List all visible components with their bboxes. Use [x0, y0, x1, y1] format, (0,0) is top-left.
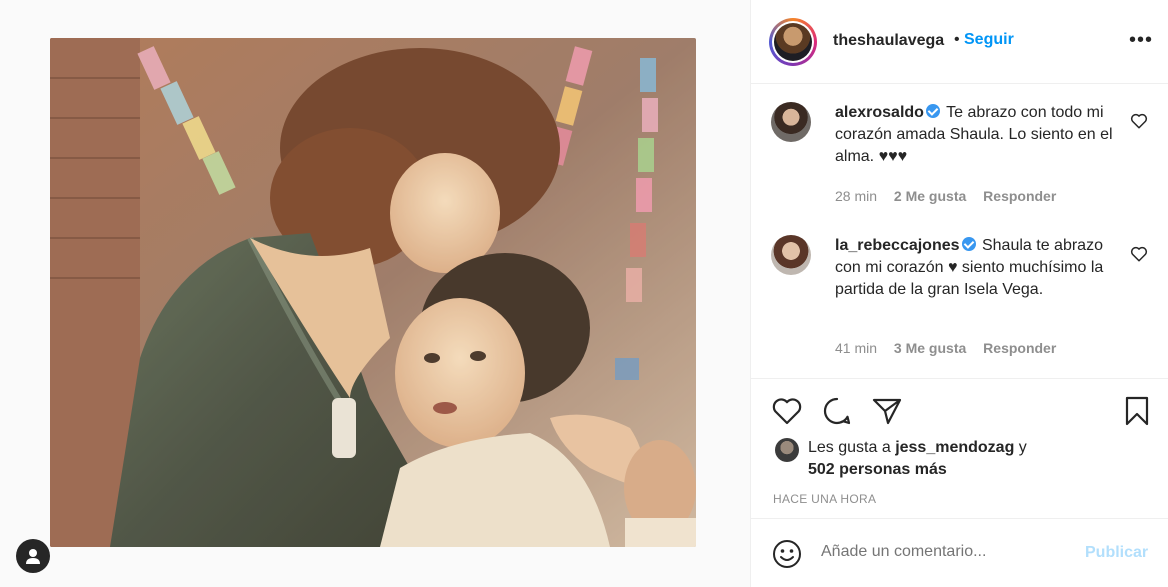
vintage-photo-illustration [50, 38, 696, 547]
publish-button[interactable]: Publicar [1085, 544, 1148, 562]
likes-prefix: Les gusta a [808, 439, 891, 456]
likes-others-link[interactable]: 502 personas más [808, 459, 947, 481]
liker-username[interactable]: jess_mendozag [895, 439, 1014, 456]
reply-button[interactable]: Responder [983, 188, 1056, 204]
author-username[interactable]: theshaulavega [833, 32, 944, 50]
user-profile-button[interactable] [16, 539, 50, 573]
like-heart-icon[interactable] [771, 395, 803, 427]
media-pane [0, 0, 750, 587]
likes-line: Les gusta a jess_mendozag y [808, 437, 1027, 459]
comment-time[interactable]: 41 min [835, 340, 877, 356]
follow-button[interactable]: Seguir [964, 31, 1014, 49]
verified-badge-icon [925, 104, 940, 118]
comment-meta: 28 min 2 Me gusta Responder [835, 188, 1069, 204]
comment-bubble-icon[interactable] [821, 395, 853, 427]
reply-button[interactable]: Responder [983, 340, 1056, 356]
comment-text-block: la_rebeccajones Shaula te abrazo con mi … [835, 235, 1125, 301]
comment-composer: Publicar [751, 518, 1168, 587]
comment-username[interactable]: alexrosaldo [835, 104, 924, 121]
person-icon [26, 549, 40, 564]
emoji-icon[interactable] [771, 538, 803, 570]
save-bookmark-icon[interactable] [1121, 395, 1153, 427]
verified-badge-icon [961, 237, 976, 251]
comment-like-icon[interactable] [1130, 112, 1148, 130]
comments-list: alexrosaldo Te abrazo con todo mi corazó… [751, 85, 1168, 378]
comment-meta: 41 min 3 Me gusta Responder [835, 340, 1069, 356]
separator-dot: • [954, 31, 960, 48]
comment-time[interactable]: 28 min [835, 188, 877, 204]
comment-avatar[interactable] [771, 235, 811, 275]
likes-conj: y [1018, 439, 1027, 456]
post-header: theshaulavega • Seguir ••• [751, 0, 1168, 84]
comment-likes[interactable]: 2 Me gusta [894, 188, 966, 204]
post-actions: Les gusta a jess_mendozag y 502 personas… [751, 378, 1168, 518]
post-photo[interactable] [50, 38, 696, 547]
liker-avatar[interactable] [775, 438, 799, 462]
comment-avatar[interactable] [771, 102, 811, 142]
comment-input[interactable] [821, 543, 1071, 561]
more-options-icon[interactable]: ••• [1129, 29, 1153, 52]
comment-text-block: alexrosaldo Te abrazo con todo mi corazó… [835, 102, 1125, 168]
comment-likes[interactable]: 3 Me gusta [894, 340, 966, 356]
comment-like-icon[interactable] [1130, 245, 1148, 263]
post-sidebar: theshaulavega • Seguir ••• alexrosaldo T… [750, 0, 1168, 587]
comment-username[interactable]: la_rebeccajones [835, 237, 960, 254]
author-avatar[interactable] [769, 18, 817, 66]
share-paper-plane-icon[interactable] [871, 395, 903, 427]
post-timestamp[interactable]: Hace una hora [773, 492, 876, 506]
